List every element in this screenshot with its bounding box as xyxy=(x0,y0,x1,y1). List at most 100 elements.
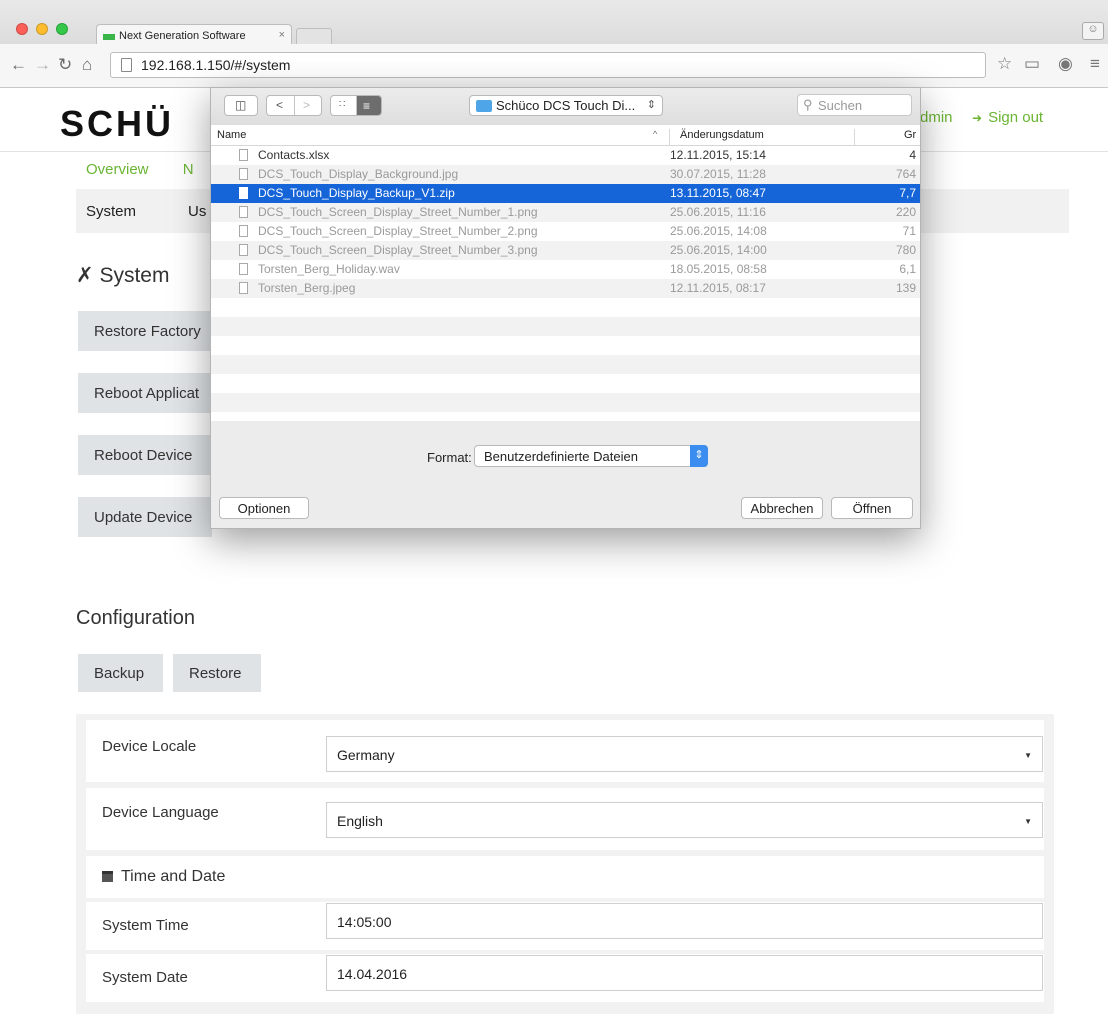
locale-label: Device Locale xyxy=(102,738,197,755)
file-name: DCS_Touch_Screen_Display_Street_Number_2… xyxy=(258,224,538,238)
options-button[interactable]: Optionen xyxy=(219,497,309,519)
format-label: Format: xyxy=(427,450,472,465)
open-button[interactable]: Öffnen xyxy=(831,497,913,519)
file-icon xyxy=(239,244,248,256)
file-list: Name ^ Änderungsdatum Gr Contacts.xlsx 12… xyxy=(211,125,920,421)
file-name: DCS_Touch_Screen_Display_Street_Number_3… xyxy=(258,243,538,257)
file-list-header: Name ^ Änderungsdatum Gr xyxy=(211,125,920,146)
file-name: DCS_Touch_Display_Background.jpg xyxy=(258,167,459,181)
favicon-icon xyxy=(103,34,115,40)
file-row[interactable]: Contacts.xlsx 12.11.2015, 15:14 4 xyxy=(211,146,920,165)
file-name: Torsten_Berg_Holiday.wav xyxy=(258,262,400,276)
system-time-input[interactable]: 14:05:00 xyxy=(326,903,1043,939)
cancel-button[interactable]: Abbrechen xyxy=(741,497,823,519)
list-view-icon[interactable]: ≡ xyxy=(357,96,381,115)
back-icon[interactable]: ← xyxy=(10,55,27,75)
restore-factory-button[interactable]: Restore Factory xyxy=(78,311,212,351)
file-row[interactable]: DCS_Touch_Screen_Display_Street_Number_1… xyxy=(211,203,920,222)
column-size[interactable]: Gr xyxy=(904,129,916,141)
back-arrow-icon[interactable]: < xyxy=(276,98,283,112)
file-size: 220 xyxy=(895,205,916,219)
browser-tabstrip: Next Generation Software × ☺ xyxy=(0,0,1108,46)
folder-name: Schüco DCS Touch Di... xyxy=(496,98,636,113)
file-name: DCS_Touch_Display_Backup_V1.zip xyxy=(258,186,455,200)
file-date: 13.11.2015, 08:47 xyxy=(670,186,766,200)
configuration-heading: Configuration xyxy=(76,607,195,629)
extension-icon[interactable]: ◉ xyxy=(1058,54,1073,74)
sidebar-toggle-button[interactable]: ◫ xyxy=(224,95,258,116)
file-date: 18.05.2015, 08:58 xyxy=(670,262,767,276)
backup-button[interactable]: Backup xyxy=(78,654,163,692)
cast-icon[interactable]: ▭ xyxy=(1024,54,1040,74)
tools-icon: ✗ xyxy=(76,264,94,287)
file-size: 139 xyxy=(895,281,916,295)
reload-icon[interactable]: ↻ xyxy=(58,55,72,75)
system-date-input[interactable]: 14.04.2016 xyxy=(326,955,1043,991)
file-date: 25.06.2015, 14:00 xyxy=(670,243,767,257)
nav-overview[interactable]: Overview xyxy=(86,161,149,178)
reboot-application-button[interactable]: Reboot Applicat xyxy=(78,373,212,413)
admin-link[interactable]: dmin xyxy=(920,109,953,126)
caret-down-icon: ▼ xyxy=(1024,817,1032,826)
empty-row xyxy=(211,336,920,355)
time-row: System Time 14:05:00 xyxy=(86,902,1044,950)
file-name: Contacts.xlsx xyxy=(258,148,330,162)
tab-close-icon[interactable]: × xyxy=(279,29,285,41)
window-maximize-button[interactable] xyxy=(56,23,68,35)
dialog-search-input[interactable]: ⚲ Suchen xyxy=(797,94,912,116)
empty-row xyxy=(211,393,920,412)
file-row[interactable]: Torsten_Berg_Holiday.wav 18.05.2015, 08:5… xyxy=(211,260,920,279)
subnav-system[interactable]: System xyxy=(86,203,136,220)
menu-icon[interactable]: ≡ xyxy=(1090,54,1100,74)
icon-view-icon[interactable]: ∷ xyxy=(339,99,345,110)
tab-title: Next Generation Software xyxy=(119,30,246,42)
language-select[interactable]: English ▼ xyxy=(326,802,1043,838)
subnav-users[interactable]: Us xyxy=(188,203,206,220)
browser-tab[interactable]: Next Generation Software × xyxy=(96,24,292,46)
column-name[interactable]: Name xyxy=(217,129,246,141)
file-size: 780 xyxy=(895,243,916,257)
forward-icon[interactable]: → xyxy=(34,55,51,75)
nav-item-2[interactable]: N xyxy=(183,161,194,178)
reboot-device-button[interactable]: Reboot Device xyxy=(78,435,212,475)
address-bar[interactable]: 192.168.1.150/#/system xyxy=(110,52,986,78)
file-date: 12.11.2015, 08:17 xyxy=(670,281,766,295)
file-name: DCS_Touch_Screen_Display_Street_Number_1… xyxy=(258,205,538,219)
empty-row xyxy=(211,298,920,317)
back-forward-control: < > xyxy=(266,95,322,116)
file-row[interactable]: DCS_Touch_Display_Background.jpg 30.07.20… xyxy=(211,165,920,184)
file-size: 6,1 xyxy=(899,262,916,276)
file-name: Torsten_Berg.jpeg xyxy=(258,281,356,295)
window-minimize-button[interactable] xyxy=(36,23,48,35)
home-icon[interactable]: ⌂ xyxy=(82,55,92,75)
window-close-button[interactable] xyxy=(16,23,28,35)
format-select[interactable]: Benutzerdefinierte Dateien ⇕ xyxy=(474,445,708,467)
locale-select[interactable]: Germany ▼ xyxy=(326,736,1043,772)
file-row[interactable]: DCS_Touch_Screen_Display_Street_Number_3… xyxy=(211,241,920,260)
file-icon xyxy=(239,225,248,237)
language-label: Device Language xyxy=(102,804,219,821)
updown-arrows-icon: ⇕ xyxy=(690,445,708,467)
folder-location-popup[interactable]: Schüco DCS Touch Di... ⇕ xyxy=(469,95,663,116)
file-row[interactable]: DCS_Touch_Screen_Display_Street_Number_2… xyxy=(211,222,920,241)
empty-row xyxy=(211,355,920,374)
url-text: 192.168.1.150/#/system xyxy=(141,57,291,73)
view-mode-control: ∷ ≡ xyxy=(330,95,382,116)
column-date[interactable]: Änderungsdatum xyxy=(680,129,764,141)
system-heading: ✗ System xyxy=(76,264,170,287)
signout-label: Sign out xyxy=(988,109,1044,126)
signout-link[interactable]: ➜ Sign out xyxy=(972,109,1043,126)
file-row[interactable]: DCS_Touch_Display_Backup_V1.zip 13.11.201… xyxy=(211,184,920,203)
updown-arrows-icon: ⇕ xyxy=(646,99,656,111)
file-size: 71 xyxy=(902,224,916,238)
schueco-logo: SCHÜ xyxy=(60,103,175,144)
file-row[interactable]: Torsten_Berg.jpeg 12.11.2015, 08:17 139 xyxy=(211,279,920,298)
new-tab-button[interactable] xyxy=(296,28,332,44)
signout-icon: ➜ xyxy=(972,111,983,125)
forward-arrow-icon[interactable]: > xyxy=(303,98,310,112)
date-label: System Date xyxy=(102,969,188,986)
update-device-button[interactable]: Update Device xyxy=(78,497,212,537)
profile-icon[interactable]: ☺ xyxy=(1082,22,1104,40)
star-icon[interactable]: ☆ xyxy=(997,54,1012,74)
restore-button[interactable]: Restore xyxy=(173,654,261,692)
